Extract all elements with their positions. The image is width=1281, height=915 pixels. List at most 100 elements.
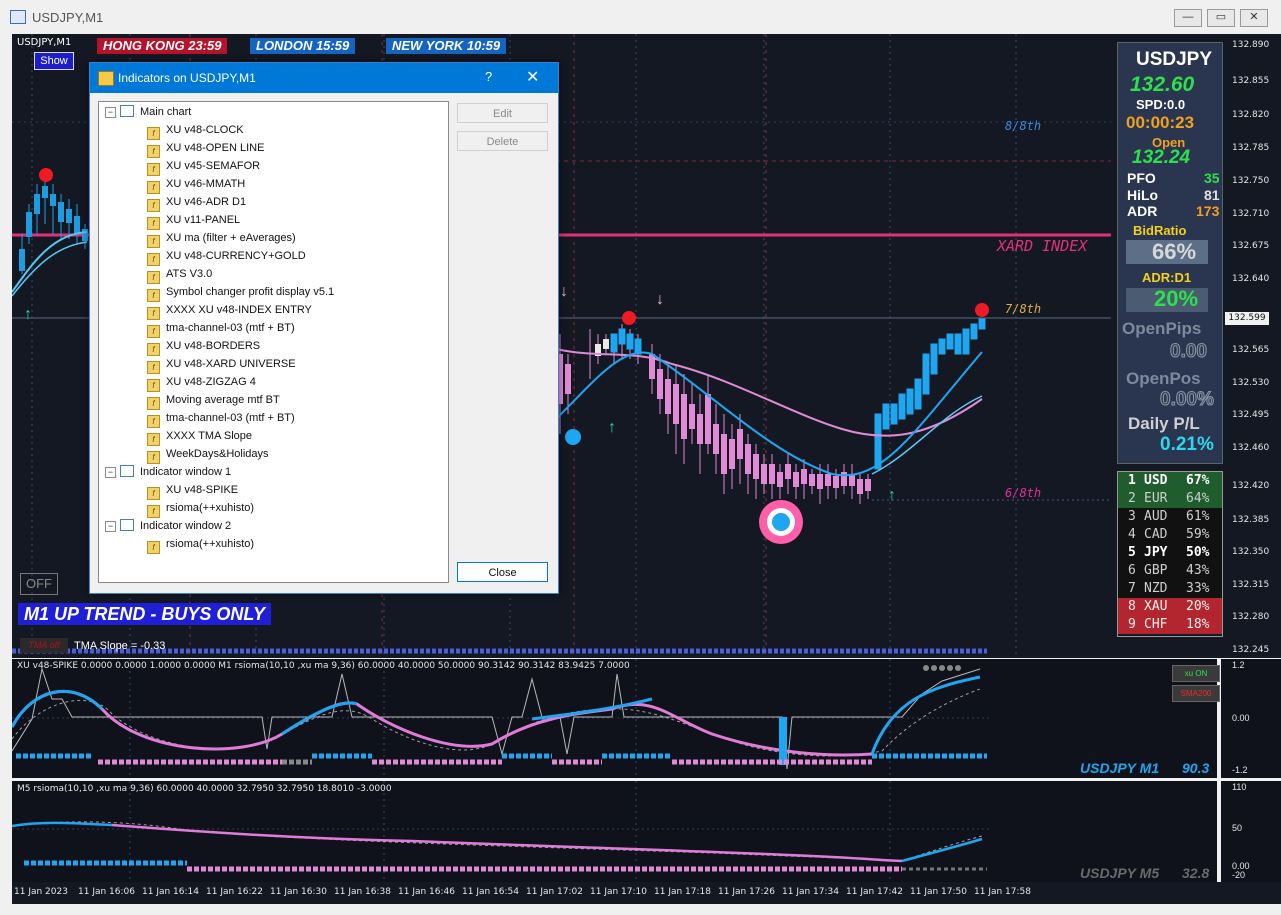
tree-indicator-item[interactable]: f ATS V3.0 bbox=[147, 266, 213, 284]
dialog-titlebar[interactable]: Indicators on USDJPY,M1 ? ✕ bbox=[90, 63, 558, 93]
tree-indicator-item[interactable]: f WeekDays&Holidays bbox=[147, 446, 269, 464]
tree-indicator-item[interactable]: f XU v48-XARD UNIVERSE bbox=[147, 356, 296, 374]
tree-indicator-item[interactable]: f XXXX XU v48-INDEX ENTRY bbox=[147, 302, 312, 320]
tree-folder-label: Main chart bbox=[140, 106, 192, 118]
tree-indicator-item[interactable]: f XXXX TMA Slope bbox=[147, 428, 253, 446]
tree-indicator-item[interactable]: f rsioma(++xuhisto) bbox=[147, 536, 254, 554]
tma-off-button[interactable]: TMA off bbox=[20, 638, 68, 653]
price-tick-label: 132.785 bbox=[1232, 143, 1270, 153]
function-icon: f bbox=[147, 271, 160, 284]
tree-indicator-item[interactable]: f XU ma (filter + eAverages) bbox=[147, 230, 296, 248]
function-icon: f bbox=[147, 127, 160, 140]
panel-openpos-label: OpenPos bbox=[1126, 369, 1201, 388]
sub1-scale-mid: 0.00 bbox=[1232, 713, 1250, 723]
price-tick-label: 132.315 bbox=[1232, 580, 1270, 590]
currency-code: GBP bbox=[1144, 563, 1168, 578]
function-icon: f bbox=[147, 199, 160, 212]
tree-indicator-item[interactable]: f XU v11-PANEL bbox=[147, 212, 240, 230]
show-button[interactable]: Show bbox=[34, 52, 74, 70]
tree-indicator-item[interactable]: f tma-channel-03 (mtf + BT) bbox=[147, 410, 295, 428]
delete-button[interactable]: Delete bbox=[457, 131, 548, 151]
function-icon: f bbox=[147, 145, 160, 158]
level-8-8: 8/8th bbox=[1005, 119, 1042, 133]
xu-on-button[interactable]: xu ON bbox=[1172, 665, 1220, 682]
currency-strength-table: 1 USD 67% 2 EUR 64% 3 AUD 61% 4 CAD 59% 5 JPY 50% 6 GBP 4… bbox=[1117, 471, 1223, 637]
panel-adrd1-value: 20% bbox=[1154, 286, 1199, 311]
tree-item-label: XU v48-SPIKE bbox=[166, 484, 239, 496]
close-button[interactable]: Close bbox=[457, 562, 548, 582]
close-window-button[interactable]: ✕ bbox=[1240, 9, 1268, 27]
tree-indicator-item[interactable]: f Symbol changer profit display v5.1 bbox=[147, 284, 334, 302]
price-tick-label: 132.675 bbox=[1232, 241, 1270, 251]
tree-indicator-item[interactable]: f XU v45-SEMAFOR bbox=[147, 158, 261, 176]
tree-item-label: tma-channel-03 (mtf + BT) bbox=[166, 412, 295, 424]
sub1-value: 90.3 bbox=[1182, 760, 1210, 776]
time-tick-label: 11 Jan 17:02 bbox=[526, 887, 583, 897]
tree-indicator-item[interactable]: f XU v48-SPIKE bbox=[147, 482, 239, 500]
tree-item-label: WeekDays&Holidays bbox=[166, 448, 269, 460]
function-icon: f bbox=[147, 397, 160, 410]
edit-button[interactable]: Edit bbox=[457, 103, 548, 123]
tree-folder[interactable]: − Indicator window 2 bbox=[105, 518, 231, 534]
tree-indicator-item[interactable]: f XU v48-BORDERS bbox=[147, 338, 260, 356]
collapse-icon[interactable]: − bbox=[105, 467, 116, 478]
tree-indicator-item[interactable]: f XU v46-MMATH bbox=[147, 176, 245, 194]
tree-indicator-item[interactable]: f XU v48-CLOCK bbox=[147, 122, 244, 140]
time-tick-label: 11 Jan 16:06 bbox=[78, 887, 135, 897]
time-tick-label: 11 Jan 17:18 bbox=[654, 887, 711, 897]
tree-item-label: XU v46-ADR D1 bbox=[166, 196, 247, 208]
currency-row: 3 AUD 61% bbox=[1118, 508, 1222, 526]
panel-bidratio-value: 66% bbox=[1152, 239, 1197, 264]
restore-button[interactable]: ▭ bbox=[1207, 9, 1235, 27]
dialog-close-icon[interactable]: ✕ bbox=[526, 67, 539, 87]
collapse-icon[interactable]: − bbox=[105, 107, 116, 118]
sub1-scale-bottom: -1.2 bbox=[1232, 765, 1248, 775]
collapse-icon[interactable]: − bbox=[105, 521, 116, 532]
currency-code: XAU bbox=[1144, 599, 1168, 614]
price-tick-label: 132.530 bbox=[1232, 378, 1270, 388]
price-tick-label: 132.385 bbox=[1232, 515, 1270, 525]
level-7-8: 7/8th bbox=[1005, 302, 1042, 316]
panel-openpos-value: 0.00% bbox=[1160, 389, 1215, 411]
indicator-tree[interactable]: − Main chart f XU v48-CLOCK f XU v48-OPEN LIN… bbox=[98, 101, 449, 583]
function-icon: f bbox=[147, 541, 160, 554]
indicator-window-2[interactable] bbox=[11, 781, 1217, 882]
tree-item-label: XXXX TMA Slope bbox=[166, 430, 253, 442]
tree-indicator-item[interactable]: f tma-channel-03 (mtf + BT) bbox=[147, 320, 295, 338]
tree-indicator-item[interactable]: f Moving average mtf BT bbox=[147, 392, 280, 410]
app-icon bbox=[10, 10, 26, 24]
tree-indicator-item[interactable]: f XU v48-CURRENCY+GOLD bbox=[147, 248, 306, 266]
tree-item-label: rsioma(++xuhisto) bbox=[166, 502, 255, 514]
currency-row: 6 GBP 43% bbox=[1118, 562, 1222, 580]
panel-openpips-label: OpenPips bbox=[1122, 319, 1202, 338]
currency-rank: 8 bbox=[1128, 599, 1136, 614]
function-icon: f bbox=[147, 289, 160, 302]
panel-openpips-value: 0.00 bbox=[1170, 341, 1208, 363]
sma200-button[interactable]: SMA200 bbox=[1172, 685, 1220, 702]
panel-hilo-value: 81 bbox=[1204, 187, 1220, 203]
tree-item-label: ATS V3.0 bbox=[166, 268, 213, 280]
sub2-caption: M5 rsioma(10,10 ,xu ma 9,36) 60.0000 40.… bbox=[17, 784, 392, 794]
minimize-button[interactable]: — bbox=[1174, 9, 1202, 27]
tree-indicator-item[interactable]: f rsioma(++xuhisto) bbox=[147, 500, 255, 518]
tree-indicator-item[interactable]: f XU v48-OPEN LINE bbox=[147, 140, 264, 158]
tree-indicator-item[interactable]: f XU v46-ADR D1 bbox=[147, 194, 247, 212]
dialog-title: Indicators on USDJPY,M1 bbox=[118, 71, 256, 85]
indicator-window-1[interactable] bbox=[10, 659, 1217, 778]
currency-percent: 67% bbox=[1186, 473, 1210, 488]
tree-folder[interactable]: − Main chart bbox=[105, 104, 191, 120]
currency-row: 4 CAD 59% bbox=[1118, 526, 1222, 544]
currency-code: EUR bbox=[1144, 491, 1168, 506]
tree-indicator-item[interactable]: f XU v48-ZIGZAG 4 bbox=[147, 374, 256, 392]
session-new-york: NEW YORK 10:59 bbox=[386, 38, 507, 54]
panel-adrd1-label: ADR:D1 bbox=[1142, 270, 1192, 285]
tree-item-label: XU v45-SEMAFOR bbox=[166, 160, 261, 172]
panel-price: 132.60 bbox=[1130, 73, 1195, 96]
time-tick-label: 11 Jan 17:10 bbox=[590, 887, 647, 897]
tree-item-label: XU v48-ZIGZAG 4 bbox=[166, 376, 256, 388]
currency-row: 2 EUR 64% bbox=[1118, 490, 1222, 508]
window-titlebar bbox=[0, 0, 1281, 34]
tree-folder[interactable]: − Indicator window 1 bbox=[105, 464, 231, 480]
help-button[interactable]: ? bbox=[485, 69, 492, 84]
off-button[interactable]: OFF bbox=[20, 573, 58, 595]
